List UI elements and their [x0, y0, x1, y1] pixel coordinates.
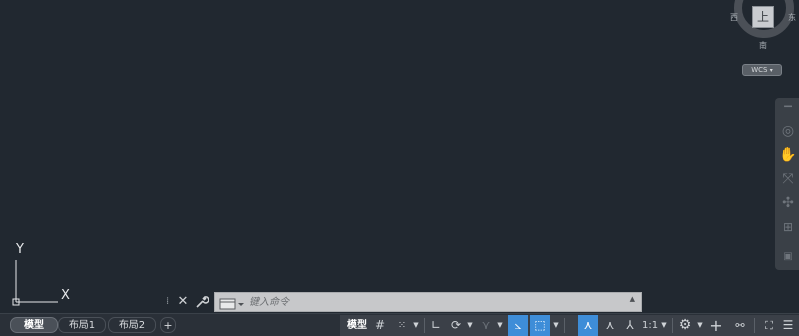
wrench-icon-glyph [196, 296, 210, 308]
command-line-grip[interactable]: ⁞ [166, 292, 176, 312]
dynamic-ucs-icon[interactable]: ⦣ [508, 315, 528, 336]
tab-model[interactable]: 模型 [10, 317, 58, 333]
add-layout-button[interactable]: + [160, 317, 176, 333]
chevron-down-icon[interactable]: ▼ [496, 315, 504, 336]
command-line[interactable]: ▲ [214, 292, 642, 312]
hamburger-menu-icon[interactable]: ☰ [780, 315, 796, 336]
gear-icon[interactable]: ⚙ [676, 315, 694, 336]
orbit-icon[interactable]: ✣ [779, 194, 797, 212]
recent-commands-glyph [219, 298, 244, 310]
chevron-down-icon: ▾ [769, 67, 773, 74]
wcs-menu-button[interactable]: WCS ▾ [742, 64, 782, 76]
status-separator [564, 318, 565, 333]
annotation-monitor-icon[interactable]: ⅄ [622, 315, 638, 336]
chevron-down-icon[interactable]: ▼ [660, 315, 668, 336]
zoom-extents-icon[interactable]: ⤧ [779, 170, 797, 188]
ucs-icon: Y X [8, 240, 78, 306]
pan-hand-icon[interactable]: ✋ [779, 146, 797, 164]
close-icon[interactable]: ✕ [176, 292, 190, 312]
navbar-handle-icon[interactable]: ▔ [779, 104, 797, 122]
cad-application: 上 西 东 南 WCS ▾ ▔ ◎ ✋ ⤧ ✣ ⊞ ▣ Y X ⁞ ✕ 键入命令… [0, 0, 799, 336]
grid-icon[interactable]: # [372, 315, 388, 336]
drawing-area[interactable] [0, 0, 799, 313]
chevron-down-icon[interactable]: ▼ [552, 315, 560, 336]
status-separator [672, 318, 673, 333]
annotation-visibility-icon[interactable]: ⋏ [578, 315, 598, 336]
tab-layout1[interactable]: 布局1 [58, 317, 106, 333]
isometric-drafting-icon[interactable]: ⋎ [478, 315, 494, 336]
wrench-icon[interactable] [193, 292, 211, 312]
plus-icon[interactable]: + [708, 315, 724, 336]
isolate-objects-icon[interactable]: ⚯ [732, 315, 748, 336]
chevron-down-icon[interactable]: ▼ [412, 315, 420, 336]
polar-tracking-icon[interactable]: ⟳ [448, 315, 464, 336]
recent-commands-icon[interactable] [219, 296, 245, 310]
command-input[interactable] [249, 294, 609, 310]
tab-layout2[interactable]: 布局2 [108, 317, 156, 333]
viewcube-east-label[interactable]: 东 [788, 12, 796, 23]
chevron-down-icon[interactable]: ▼ [466, 315, 474, 336]
model-space-button[interactable]: 模型 [344, 315, 370, 336]
ortho-icon[interactable]: ∟ [428, 315, 444, 336]
ucs-y-label: Y [16, 242, 24, 257]
wcs-label: WCS [751, 66, 768, 74]
object-snap-icon[interactable]: ⬚ [530, 315, 550, 336]
viewcube-top-face[interactable]: 上 [752, 6, 774, 28]
annotation-scale[interactable]: 1:1 [642, 315, 658, 336]
autoscale-icon[interactable]: ⋏ [602, 315, 618, 336]
steering-wheel-icon[interactable]: ◎ [779, 122, 797, 140]
showmotion-icon[interactable]: ⊞ [779, 218, 797, 236]
navigation-bar: ▔ ◎ ✋ ⤧ ✣ ⊞ ▣ [775, 98, 799, 270]
viewcube-west-label[interactable]: 西 [730, 12, 738, 23]
fullscreen-icon[interactable]: ⛶ [760, 315, 778, 336]
status-separator [754, 318, 755, 333]
status-separator [424, 318, 425, 333]
chevron-down-icon[interactable]: ▼ [696, 315, 704, 336]
command-history-arrow-icon[interactable]: ▲ [630, 295, 635, 303]
viewcube[interactable]: 上 西 东 南 [730, 0, 799, 60]
navbar-menu-icon[interactable]: ▣ [779, 248, 797, 266]
status-bar: 模型 # ⁙ ▼ ∟ ⟳ ▼ ⋎ ▼ ⦣ ⬚ ▼ ⋏ ⋏ ⅄ 1:1 ▼ ⚙ ▼… [340, 315, 799, 336]
snap-icon[interactable]: ⁙ [394, 315, 410, 336]
viewcube-south-label[interactable]: 南 [759, 40, 767, 51]
ucs-x-label: X [61, 288, 70, 303]
